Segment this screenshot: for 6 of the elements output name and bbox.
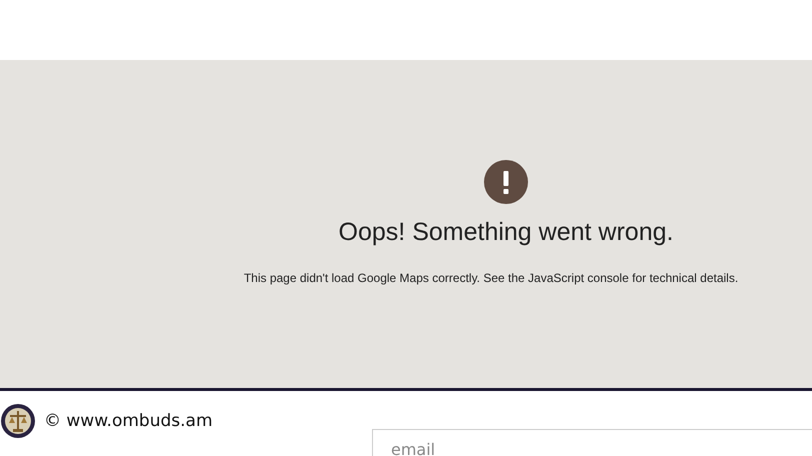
warning-icon [484,160,528,204]
copyright-text: © www.ombuds.am [44,411,213,431]
email-field[interactable]: email [372,429,812,456]
error-title: Oops! Something went wrong. [338,218,674,247]
error-message: This page didn't load Google Maps correctly. See the JavaScript console for technical details. [244,271,738,285]
emblem-logo-icon [0,403,36,439]
